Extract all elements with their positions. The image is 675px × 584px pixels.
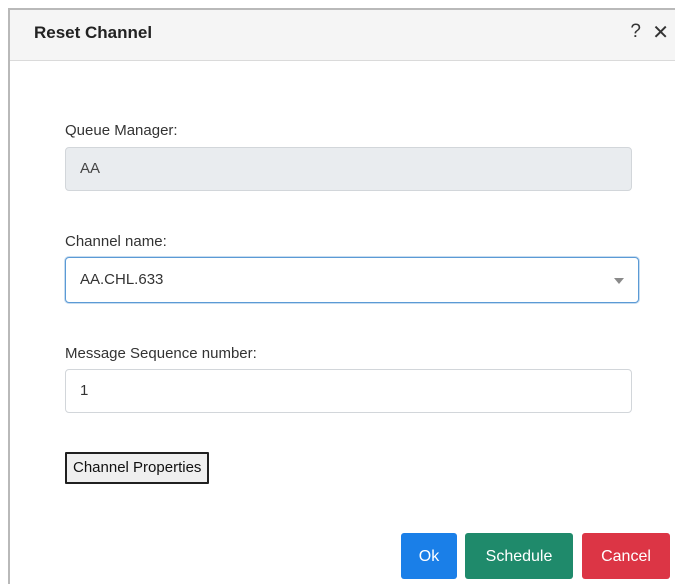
queue-manager-label: Queue Manager: — [65, 122, 178, 139]
channel-name-select[interactable]: AA.CHL.633 — [65, 257, 639, 303]
cancel-button[interactable]: Cancel — [582, 533, 670, 579]
queue-manager-field: AA — [65, 147, 632, 191]
sequence-number-input[interactable]: 1 — [65, 369, 632, 413]
schedule-button[interactable]: Schedule — [465, 533, 573, 579]
channel-name-value: AA.CHL.633 — [80, 271, 164, 288]
help-icon[interactable]: ? — [630, 21, 641, 43]
close-icon[interactable]: ✕ — [652, 20, 669, 45]
channel-properties-button[interactable]: Channel Properties — [65, 452, 210, 484]
channel-name-label: Channel name: — [65, 233, 167, 250]
chevron-down-icon[interactable] — [614, 278, 624, 284]
dialog-title: Reset Channel — [34, 23, 153, 42]
reset-channel-dialog: Reset Channel ? ✕ Queue Manager: AA Chan… — [8, 8, 675, 584]
dialog-titlebar: Reset Channel ? ✕ — [10, 10, 675, 61]
ok-button[interactable]: Ok — [401, 533, 457, 579]
sequence-number-label: Message Sequence number: — [65, 345, 257, 362]
